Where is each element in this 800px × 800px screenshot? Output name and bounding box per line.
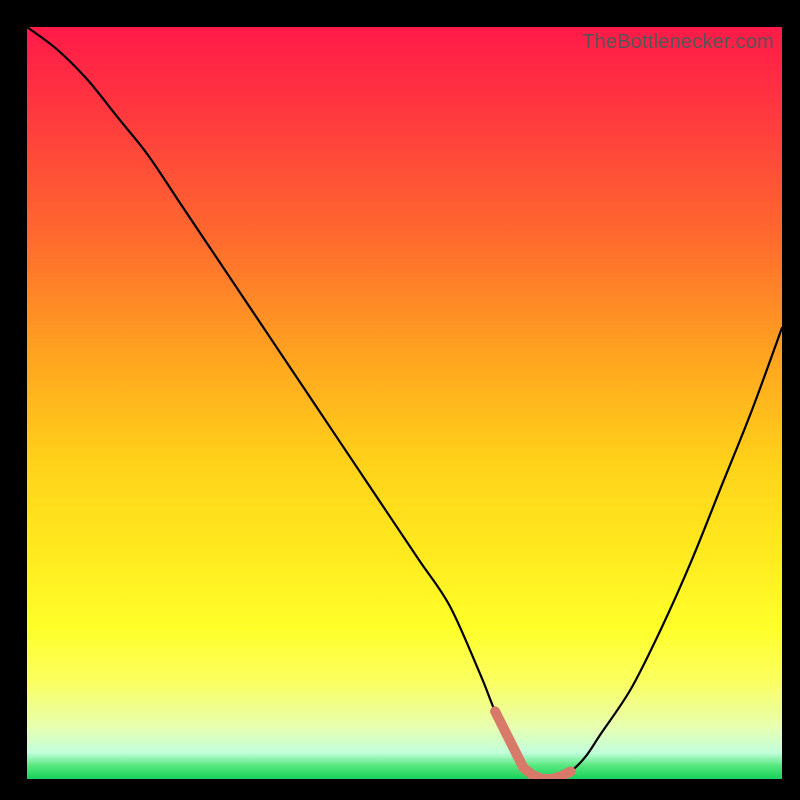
curve-layer bbox=[27, 27, 782, 779]
plot-area: TheBottlenecker.com bbox=[27, 27, 782, 779]
bottleneck-curve bbox=[27, 27, 782, 779]
chart-frame: TheBottlenecker.com bbox=[0, 0, 800, 800]
optimal-range-marker bbox=[495, 711, 570, 779]
